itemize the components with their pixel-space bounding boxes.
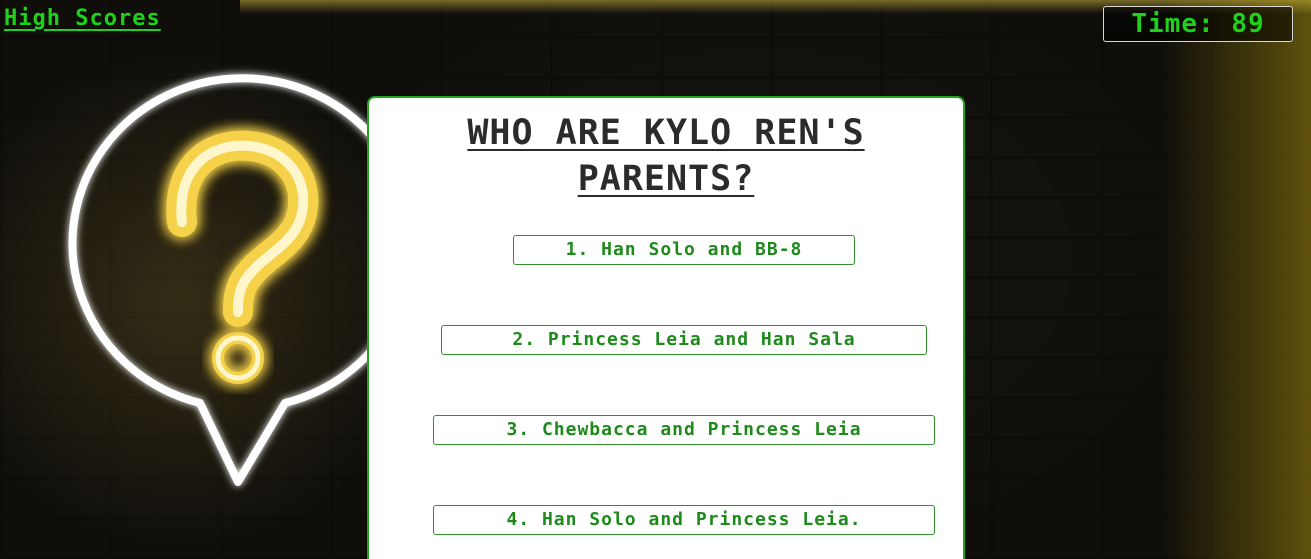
answer-button-1[interactable]: 1. Han Solo and BB-8 — [513, 235, 855, 265]
timer-display: Time: 89 — [1103, 6, 1293, 42]
neon-glow-right — [1161, 0, 1311, 559]
quiz-card: WHO ARE KYLO REN'S PARENTS? 1. Han Solo … — [367, 96, 965, 559]
question-title: WHO ARE KYLO REN'S PARENTS? — [369, 110, 963, 202]
high-scores-link[interactable]: High Scores — [4, 6, 161, 31]
timer-value: 89 — [1231, 9, 1265, 39]
timer-label: Time: — [1131, 9, 1215, 39]
answer-button-4[interactable]: 4. Han Solo and Princess Leia. — [433, 505, 935, 535]
question-text: WHO ARE KYLO REN'S PARENTS? — [467, 113, 865, 199]
answer-button-3[interactable]: 3. Chewbacca and Princess Leia — [433, 415, 935, 445]
answer-button-2[interactable]: 2. Princess Leia and Han Sala — [441, 325, 927, 355]
